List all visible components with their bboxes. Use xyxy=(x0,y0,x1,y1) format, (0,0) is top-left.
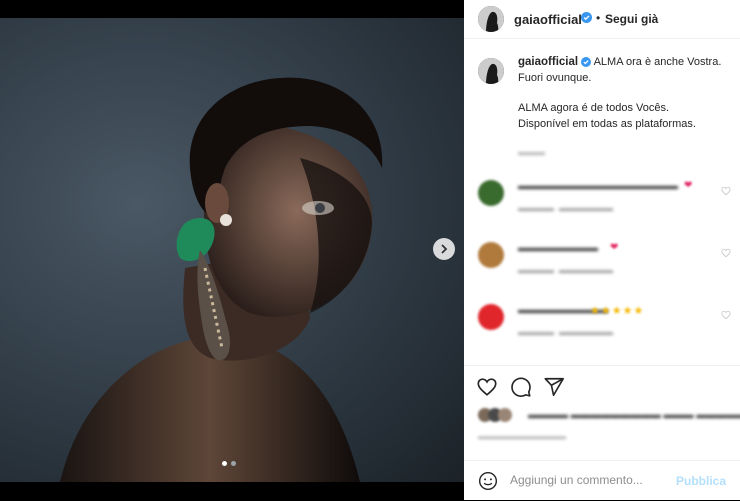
like-comment-icon[interactable] xyxy=(721,310,731,320)
post-header: gaiaofficial • Segui già xyxy=(464,0,740,39)
slide-indicator xyxy=(222,461,236,466)
caption-text: gaiaofficial ALMA ora è anche Vostra. Fu… xyxy=(518,55,738,132)
heart-icon[interactable] xyxy=(476,376,498,398)
slide-dot xyxy=(231,461,236,466)
likes-text-blurred: ▬▬▬▬ ▬▬▬▬▬▬▬▬▬ ▬▬▬ ▬▬▬▬▬▬▬ xyxy=(528,410,740,421)
next-slide-button[interactable] xyxy=(433,238,455,260)
author-username[interactable]: gaiaofficial xyxy=(514,12,582,27)
comment-meta-blurred: ▬▬▬▬ ▬▬▬▬▬▬ xyxy=(518,203,614,213)
following-button[interactable]: Segui già xyxy=(605,12,658,26)
verified-badge-icon xyxy=(581,12,592,23)
author-avatar[interactable] xyxy=(478,6,504,32)
liker-avatar xyxy=(498,408,512,422)
post-date-blurred: ▬▬▬▬▬▬▬▬▬▬▬ xyxy=(478,432,566,441)
post-photo[interactable] xyxy=(0,18,464,482)
comment-item: ▬▬▬▬▬▬▬▬▬▬▬▬▬▬▬▬ ❤ ▬▬▬▬ ▬▬▬▬▬▬ xyxy=(478,178,733,218)
add-comment-bar: Pubblica xyxy=(464,460,740,501)
post-actions-bar xyxy=(464,365,740,406)
comment-icon[interactable] xyxy=(510,376,532,398)
caption-line-4: Disponível em todas as plataformas. xyxy=(518,117,696,130)
comment-item: ▬▬▬▬▬▬▬▬ ❤ ▬▬▬▬ ▬▬▬▬▬▬ xyxy=(478,240,733,280)
heart-emoji-icon: ❤ xyxy=(610,242,619,253)
comment-avatar[interactable] xyxy=(478,242,504,268)
caption-line-2: Fuori ovunque. xyxy=(518,71,592,84)
paper-plane-icon[interactable] xyxy=(543,376,565,398)
caption-username[interactable]: gaiaofficial xyxy=(518,56,578,68)
like-comment-icon[interactable] xyxy=(721,186,731,196)
comment-meta-blurred: ▬▬▬▬ ▬▬▬▬▬▬ xyxy=(518,327,614,337)
stars-emoji-icon: ★★★★★ xyxy=(590,305,645,317)
separator-dot: • xyxy=(596,11,601,25)
comment-username-blurred[interactable]: ▬▬▬▬▬▬▬▬▬▬▬▬▬▬▬▬ xyxy=(518,181,678,192)
comment-meta-blurred: ▬▬▬▬ ▬▬▬▬▬▬ xyxy=(518,265,614,275)
comment-input[interactable] xyxy=(510,473,690,487)
emoji-smile-icon[interactable] xyxy=(478,471,498,491)
comment-avatar[interactable] xyxy=(478,304,504,330)
chevron-right-icon xyxy=(441,244,448,254)
heart-emoji-icon: ❤ xyxy=(684,180,693,191)
likes-summary[interactable]: ▬▬▬▬ ▬▬▬▬▬▬▬▬▬ ▬▬▬ ▬▬▬▬▬▬▬ xyxy=(478,408,740,424)
caption-line-3: ALMA agora é de todos Vocês. xyxy=(518,102,670,114)
slide-dot-active xyxy=(222,461,227,466)
comment-username-blurred[interactable]: ▬▬▬▬▬▬▬▬ xyxy=(518,243,598,254)
publish-button[interactable]: Pubblica xyxy=(676,474,726,488)
caption-timestamp-blurred: ▬▬▬ xyxy=(518,147,545,157)
comment-avatar[interactable] xyxy=(478,180,504,206)
comment-item: ▬▬▬▬▬▬▬▬▬ ★★★★★ ▬▬▬▬ ▬▬▬▬▬▬ xyxy=(478,302,733,342)
like-comment-icon[interactable] xyxy=(721,248,731,258)
verified-badge-icon xyxy=(581,57,592,68)
caption-avatar[interactable] xyxy=(478,58,504,84)
caption-line-1: ALMA ora è anche Vostra. xyxy=(593,56,722,68)
post-side-panel: gaiaofficial • Segui già gaiaofficial AL… xyxy=(464,0,740,500)
